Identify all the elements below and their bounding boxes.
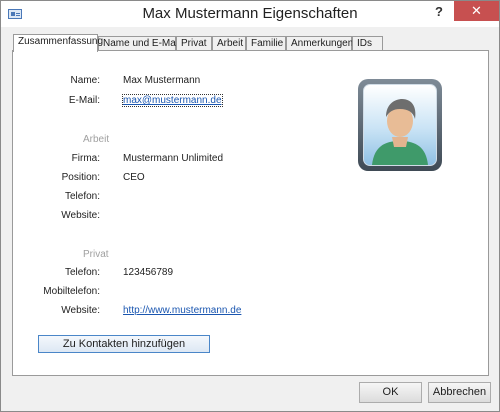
company-label: Firma: (71, 153, 100, 164)
window-title: Max Mustermann Eigenschaften (142, 5, 358, 22)
company-value: Mustermann Unlimited (123, 153, 224, 164)
close-button[interactable]: ✕ (454, 1, 499, 21)
work-section-heading: Arbeit (83, 134, 110, 145)
tab-familie[interactable]: Familie (246, 36, 286, 51)
work-website-label: Website: (61, 210, 100, 221)
properties-dialog: Max Mustermann Eigenschaften ? ✕ Zusamme… (0, 0, 500, 412)
tab-ids[interactable]: IDs (352, 36, 383, 51)
private-website-label: Website: (61, 305, 100, 316)
tab-name-und-email[interactable]: Name und E-Mail (98, 36, 180, 51)
tab-arbeit[interactable]: Arbeit (212, 36, 246, 51)
private-website-link[interactable]: http://www.mustermann.de (123, 305, 241, 316)
email-label: E-Mail: (68, 95, 100, 106)
position-value: CEO (123, 172, 145, 183)
private-section-heading: Privat (83, 249, 109, 260)
name-label: Name: (70, 75, 100, 86)
tab-privat[interactable]: Privat (176, 36, 212, 51)
title-bar: Max Mustermann Eigenschaften ? ✕ (1, 1, 499, 27)
work-phone-label: Telefon: (64, 191, 100, 202)
tab-anmerkungen[interactable]: Anmerkungen (286, 36, 353, 51)
mobile-label: Mobiltelefon: (43, 286, 100, 297)
tab-zusammenfassung[interactable]: Zusammenfassung (13, 34, 103, 52)
contact-photo[interactable] (358, 79, 442, 171)
ok-button[interactable]: OK (359, 382, 422, 403)
person-avatar-icon (363, 84, 437, 166)
phone-label: Telefon: (64, 267, 100, 278)
cancel-button[interactable]: Abbrechen (428, 382, 491, 403)
email-link[interactable]: max@mustermann.de (122, 94, 223, 107)
phone-value: 123456789 (123, 267, 174, 278)
add-to-contacts-button[interactable]: Zu Kontakten hinzufügen (38, 335, 210, 353)
position-label: Position: (61, 172, 100, 183)
summary-panel: Name: Max Mustermann E-Mail: max@musterm… (12, 50, 489, 376)
help-button[interactable]: ? (430, 3, 448, 21)
name-value: Max Mustermann (123, 75, 201, 86)
